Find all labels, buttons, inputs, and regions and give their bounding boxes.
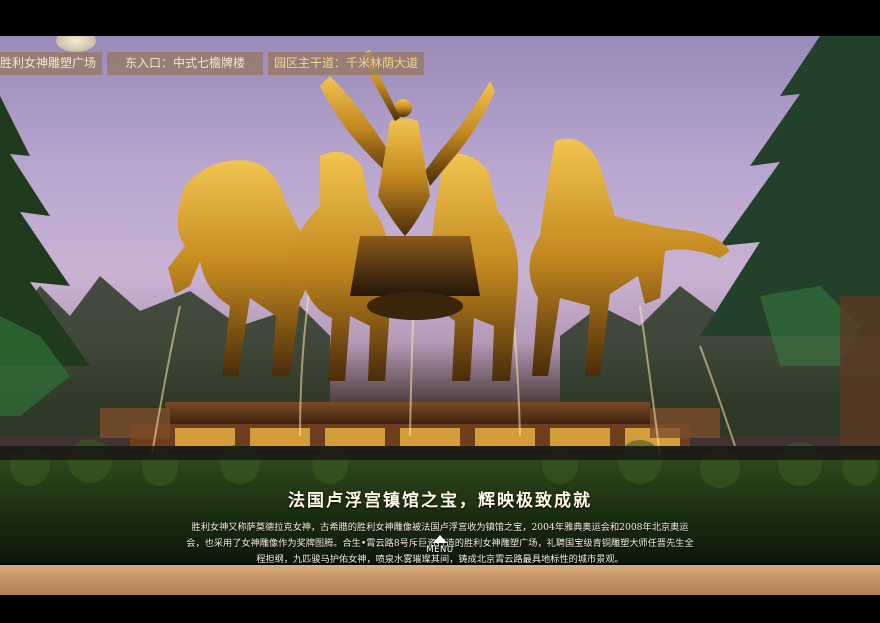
- page-frame: 法国卢浮宫镇馆之宝，辉映极致成就 胜利女神又称萨莫德拉克女神，古希腊的胜利女神雕…: [0, 0, 880, 623]
- caption-title: 法国卢浮宫镇馆之宝，辉映极致成就: [288, 491, 592, 511]
- arrow-up-icon: [433, 535, 447, 543]
- hero-banner: 法国卢浮宫镇馆之宝，辉映极致成就 胜利女神又称萨莫德拉克女神，古希腊的胜利女神雕…: [0, 36, 880, 564]
- menu-button[interactable]: MENU: [418, 535, 462, 555]
- sculpture-scene-image: [0, 36, 880, 564]
- tab-victory-goddess-plaza[interactable]: 胜利女神雕塑广场: [0, 52, 102, 75]
- tab-main-avenue[interactable]: 园区主干道：千米林荫大道: [268, 52, 424, 75]
- tab-east-entrance[interactable]: 东入口：中式七檐牌楼: [107, 52, 263, 75]
- menu-label: MENU: [426, 545, 454, 555]
- bottom-bar: [0, 565, 880, 595]
- bottom-edge: [0, 595, 880, 623]
